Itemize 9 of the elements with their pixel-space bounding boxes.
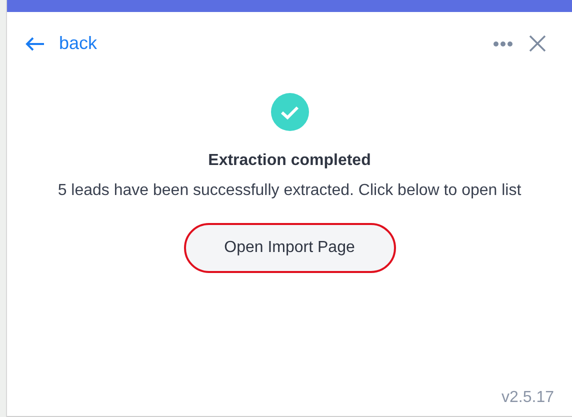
back-button[interactable]: back [25, 30, 98, 57]
more-icon[interactable] [493, 40, 513, 46]
message-text: 5 leads have been successfully extracted. Click below to open list [56, 181, 522, 201]
check-icon [270, 93, 308, 131]
version-label: v2.5.17 [502, 388, 554, 408]
open-import-page-button[interactable]: Open Import Page [184, 223, 396, 273]
message-title: Extraction completed [208, 151, 371, 171]
back-arrow-icon [25, 36, 45, 50]
close-icon[interactable] [529, 35, 546, 52]
